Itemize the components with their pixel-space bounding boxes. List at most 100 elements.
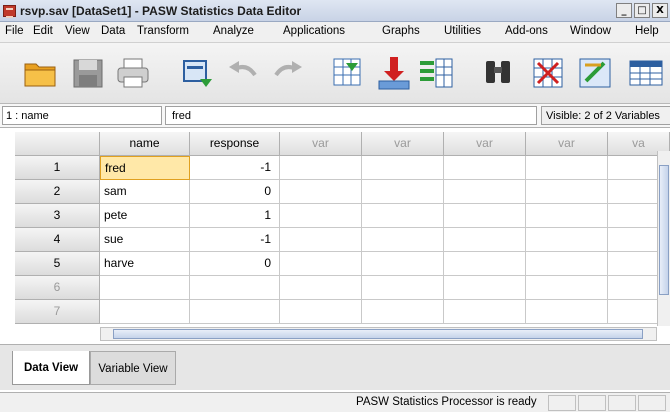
menu-utilities[interactable]: Utilities: [444, 25, 481, 37]
empty-cell[interactable]: [280, 252, 362, 276]
empty-cell[interactable]: [362, 276, 444, 300]
status-pane: [578, 395, 606, 411]
row-header[interactable]: 2: [15, 180, 100, 204]
close-button[interactable]: X: [652, 3, 668, 18]
empty-cell[interactable]: [280, 228, 362, 252]
empty-cell[interactable]: [444, 156, 526, 180]
value-labels-icon[interactable]: [628, 55, 664, 91]
empty-cell[interactable]: [526, 228, 608, 252]
empty-cell[interactable]: [280, 204, 362, 228]
menu-add-ons[interactable]: Add-ons: [505, 25, 548, 37]
restore-button[interactable]: □: [634, 3, 650, 18]
column-header-var[interactable]: var: [444, 132, 526, 156]
row-header[interactable]: 4: [15, 228, 100, 252]
data-cell-name[interactable]: pete: [100, 204, 190, 228]
empty-cell[interactable]: [190, 300, 280, 324]
data-cell-name[interactable]: sam: [100, 180, 190, 204]
horizontal-scroll-thumb[interactable]: [113, 329, 643, 339]
empty-cell[interactable]: [526, 252, 608, 276]
row-header[interactable]: 5: [15, 252, 100, 276]
empty-cell[interactable]: [526, 204, 608, 228]
weight-cases-icon[interactable]: [577, 55, 613, 91]
undo-icon[interactable]: [225, 55, 261, 91]
empty-cell[interactable]: [444, 300, 526, 324]
empty-cell[interactable]: [362, 156, 444, 180]
data-cell-response[interactable]: 0: [190, 180, 280, 204]
data-cell-response[interactable]: 1: [190, 204, 280, 228]
title-bar: rsvp.sav [DataSet1] - PASW Statistics Da…: [0, 0, 670, 22]
empty-cell[interactable]: [444, 228, 526, 252]
column-header-name[interactable]: name: [100, 132, 190, 156]
insert-cases-icon[interactable]: [376, 55, 412, 91]
recall-dialog-icon[interactable]: [180, 55, 216, 91]
vertical-scroll-thumb[interactable]: [659, 165, 669, 295]
empty-cell[interactable]: [362, 204, 444, 228]
row-header[interactable]: 6: [15, 276, 100, 300]
data-cell-response[interactable]: -1: [190, 156, 280, 180]
data-cell-name[interactable]: harve: [100, 252, 190, 276]
menu-applications[interactable]: Applications: [283, 25, 345, 37]
open-folder-icon[interactable]: [22, 55, 58, 91]
menu-help[interactable]: Help: [635, 25, 659, 37]
horizontal-scrollbar[interactable]: [100, 327, 657, 341]
split-file-icon[interactable]: [530, 55, 566, 91]
empty-cell[interactable]: [100, 300, 190, 324]
cell-value-input[interactable]: fred: [165, 106, 537, 125]
empty-cell[interactable]: [280, 156, 362, 180]
menu-window[interactable]: Window: [570, 25, 611, 37]
menu-analyze[interactable]: Analyze: [213, 25, 254, 37]
column-header-var[interactable]: var: [526, 132, 608, 156]
row-header[interactable]: 1: [15, 156, 100, 180]
column-header-response[interactable]: response: [190, 132, 280, 156]
empty-cell[interactable]: [362, 252, 444, 276]
visible-variables-label: Visible: 2 of 2 Variables: [541, 106, 670, 125]
menu-view[interactable]: View: [65, 25, 90, 37]
empty-cell[interactable]: [444, 252, 526, 276]
tab-data-view[interactable]: Data View: [12, 351, 90, 385]
status-bar: PASW Statistics Processor is ready: [0, 392, 670, 412]
menu-edit[interactable]: Edit: [33, 25, 53, 37]
menu-data[interactable]: Data: [101, 25, 125, 37]
data-cell-response[interactable]: -1: [190, 228, 280, 252]
menu-transform[interactable]: Transform: [137, 25, 189, 37]
empty-cell[interactable]: [100, 276, 190, 300]
data-cell-name[interactable]: sue: [100, 228, 190, 252]
empty-cell[interactable]: [526, 276, 608, 300]
empty-cell[interactable]: [190, 276, 280, 300]
minimize-button[interactable]: _: [616, 3, 632, 18]
vertical-scrollbar[interactable]: [657, 151, 670, 326]
redo-icon[interactable]: [270, 55, 306, 91]
window-title: rsvp.sav [DataSet1] - PASW Statistics Da…: [20, 4, 302, 18]
spss-app-icon: [3, 5, 16, 18]
find-binoculars-icon[interactable]: [480, 55, 516, 91]
empty-cell[interactable]: [280, 276, 362, 300]
menu-graphs[interactable]: Graphs: [382, 25, 420, 37]
empty-cell[interactable]: [280, 180, 362, 204]
menu-bar: File Edit View Data Transform Analyze Ap…: [0, 22, 670, 42]
row-header[interactable]: 7: [15, 300, 100, 324]
empty-cell[interactable]: [362, 228, 444, 252]
empty-cell[interactable]: [444, 204, 526, 228]
row-header[interactable]: 3: [15, 204, 100, 228]
go-to-case-icon[interactable]: [330, 55, 366, 91]
empty-cell[interactable]: [444, 276, 526, 300]
empty-cell[interactable]: [280, 300, 362, 324]
corner-cell[interactable]: [15, 132, 100, 156]
status-pane: [638, 395, 666, 411]
data-cell-name[interactable]: fred: [100, 156, 190, 180]
save-disk-icon[interactable]: [70, 55, 106, 91]
menu-file[interactable]: File: [5, 25, 24, 37]
view-tabs: Data View Variable View: [0, 344, 670, 390]
tab-variable-view[interactable]: Variable View: [90, 351, 176, 385]
empty-cell[interactable]: [526, 156, 608, 180]
data-cell-response[interactable]: 0: [190, 252, 280, 276]
variables-icon[interactable]: [418, 55, 454, 91]
print-icon[interactable]: [115, 55, 151, 91]
column-header-var[interactable]: var: [362, 132, 444, 156]
empty-cell[interactable]: [526, 300, 608, 324]
empty-cell[interactable]: [362, 300, 444, 324]
column-header-var[interactable]: var: [280, 132, 362, 156]
empty-cell[interactable]: [526, 180, 608, 204]
empty-cell[interactable]: [362, 180, 444, 204]
empty-cell[interactable]: [444, 180, 526, 204]
